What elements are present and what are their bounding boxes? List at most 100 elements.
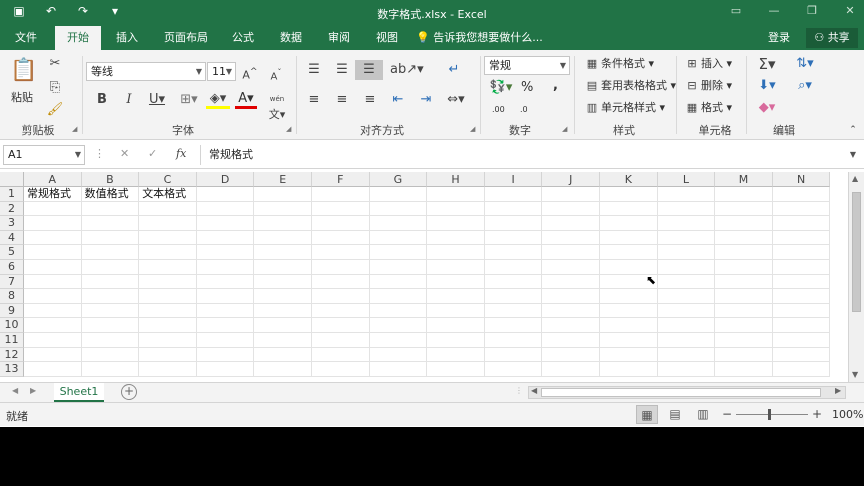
wrap-text-icon[interactable]: ↵: [444, 62, 464, 78]
zoom-level[interactable]: 100%: [832, 408, 863, 421]
align-bottom-icon[interactable]: ☰: [355, 60, 383, 80]
cell-b11[interactable]: [81, 333, 140, 348]
cell-k3[interactable]: [600, 216, 658, 231]
comma-style-button[interactable]: ,: [553, 78, 558, 94]
cell-c11[interactable]: [139, 333, 197, 348]
cell-f13[interactable]: [312, 362, 370, 377]
cell-i2[interactable]: [484, 201, 543, 217]
column-header-f[interactable]: F: [312, 172, 370, 187]
cell-b7[interactable]: [81, 274, 140, 290]
cell-j8[interactable]: [542, 289, 600, 304]
scroll-down-icon[interactable]: ▼: [852, 370, 858, 379]
cell-e10[interactable]: [254, 318, 312, 333]
orientation-icon[interactable]: ab↗▾: [390, 62, 424, 78]
add-sheet-icon[interactable]: +: [121, 384, 137, 400]
delete-cells-icon[interactable]: ⊟: [684, 78, 700, 94]
cell-l11[interactable]: [657, 333, 716, 348]
cell-b1[interactable]: 数值格式: [81, 187, 140, 202]
cell-j2[interactable]: [542, 201, 600, 217]
clear-icon[interactable]: ◆▾: [754, 100, 780, 116]
cell-e12[interactable]: [254, 347, 312, 363]
cell-c2[interactable]: [139, 201, 197, 217]
cell-b10[interactable]: [81, 318, 140, 333]
row-header-1[interactable]: 1: [0, 187, 24, 202]
cell-h11[interactable]: [427, 333, 485, 348]
page-break-view-icon[interactable]: ▥: [692, 405, 714, 424]
cell-l6[interactable]: [657, 260, 716, 275]
cell-j7[interactable]: [542, 274, 600, 290]
cell-h10[interactable]: [427, 318, 485, 333]
tab-formulas[interactable]: 公式: [220, 26, 266, 50]
ribbon-display-icon[interactable]: ▭: [728, 4, 744, 17]
cell-m13[interactable]: [715, 362, 773, 377]
conditional-formatting-icon[interactable]: ▦: [584, 56, 600, 72]
insert-cells-button[interactable]: 插入 ▾: [701, 56, 732, 72]
cell-g10[interactable]: [369, 318, 428, 333]
cell-g12[interactable]: [369, 347, 428, 363]
column-header-d[interactable]: D: [196, 172, 255, 187]
phonetic-icon[interactable]: wén 文▾: [266, 90, 288, 123]
insert-cells-icon[interactable]: ⊞: [684, 56, 700, 72]
sheet-tab[interactable]: Sheet1: [54, 383, 104, 402]
font-name-box[interactable]: 等线 ▼: [86, 62, 206, 81]
cell-m11[interactable]: [715, 333, 773, 348]
cell-n5[interactable]: [772, 245, 831, 260]
cell-g2[interactable]: [369, 201, 428, 217]
column-header-g[interactable]: G: [369, 172, 428, 187]
cell-h4[interactable]: [427, 230, 485, 246]
cell-g4[interactable]: [369, 230, 428, 246]
cell-a6[interactable]: [24, 260, 82, 275]
cell-l1[interactable]: [657, 187, 716, 202]
cell-g11[interactable]: [369, 333, 428, 348]
cell-i3[interactable]: [484, 216, 543, 231]
cell-j4[interactable]: [542, 230, 600, 246]
cell-m4[interactable]: [715, 230, 773, 246]
cell-a10[interactable]: [24, 318, 82, 333]
cell-d7[interactable]: [196, 274, 255, 290]
cell-b3[interactable]: [81, 216, 140, 231]
worksheet-grid[interactable]: A B C D E F G H I J K L M N 1 常规格式 数值格式 文本格式 2 3 4 5 6 7 8 9 10 11 1…: [0, 172, 848, 382]
cell-h6[interactable]: [427, 260, 485, 275]
cell-d8[interactable]: [196, 289, 255, 304]
clipboard-launcher-icon[interactable]: ◢: [72, 125, 77, 133]
cell-j13[interactable]: [542, 362, 600, 377]
cell-b6[interactable]: [81, 260, 140, 275]
insert-function-icon[interactable]: fx: [176, 147, 186, 160]
cell-b5[interactable]: [81, 245, 140, 260]
cell-m1[interactable]: [715, 187, 773, 202]
copy-icon[interactable]: ⎘: [46, 80, 64, 96]
row-header-10[interactable]: 10: [0, 318, 24, 333]
cell-n10[interactable]: [772, 318, 831, 333]
column-header-i[interactable]: I: [484, 172, 543, 187]
cell-e6[interactable]: [254, 260, 312, 275]
column-header-a[interactable]: A: [24, 172, 82, 187]
cell-f5[interactable]: [312, 245, 370, 260]
tab-view[interactable]: 视图: [364, 26, 410, 50]
cell-h13[interactable]: [427, 362, 485, 377]
tab-data[interactable]: 数据: [268, 26, 314, 50]
cell-c7[interactable]: [139, 274, 197, 290]
cell-g6[interactable]: [369, 260, 428, 275]
align-middle-icon[interactable]: ☰: [332, 62, 352, 78]
format-painter-icon[interactable]: 🖌: [46, 102, 64, 118]
row-header-6[interactable]: 6: [0, 260, 24, 275]
increase-font-icon[interactable]: A^: [242, 64, 258, 84]
cell-h8[interactable]: [427, 289, 485, 304]
cell-e1[interactable]: [254, 187, 312, 202]
cell-c5[interactable]: [139, 245, 197, 260]
row-header-9[interactable]: 9: [0, 303, 24, 319]
alignment-launcher-icon[interactable]: ◢: [470, 125, 475, 133]
zoom-slider-thumb[interactable]: [768, 409, 771, 420]
cell-b9[interactable]: [81, 303, 140, 319]
cell-d2[interactable]: [196, 201, 255, 217]
cell-d10[interactable]: [196, 318, 255, 333]
cell-a5[interactable]: [24, 245, 82, 260]
cell-h1[interactable]: [427, 187, 485, 202]
cell-f4[interactable]: [312, 230, 370, 246]
cell-m9[interactable]: [715, 303, 773, 319]
horizontal-scroll-thumb[interactable]: [541, 388, 821, 397]
format-as-table-icon[interactable]: ▤: [584, 78, 600, 94]
row-header-3[interactable]: 3: [0, 216, 24, 231]
name-box[interactable]: A1 ▼: [3, 145, 85, 165]
tab-split-handle-icon[interactable]: ⋮: [515, 386, 523, 395]
